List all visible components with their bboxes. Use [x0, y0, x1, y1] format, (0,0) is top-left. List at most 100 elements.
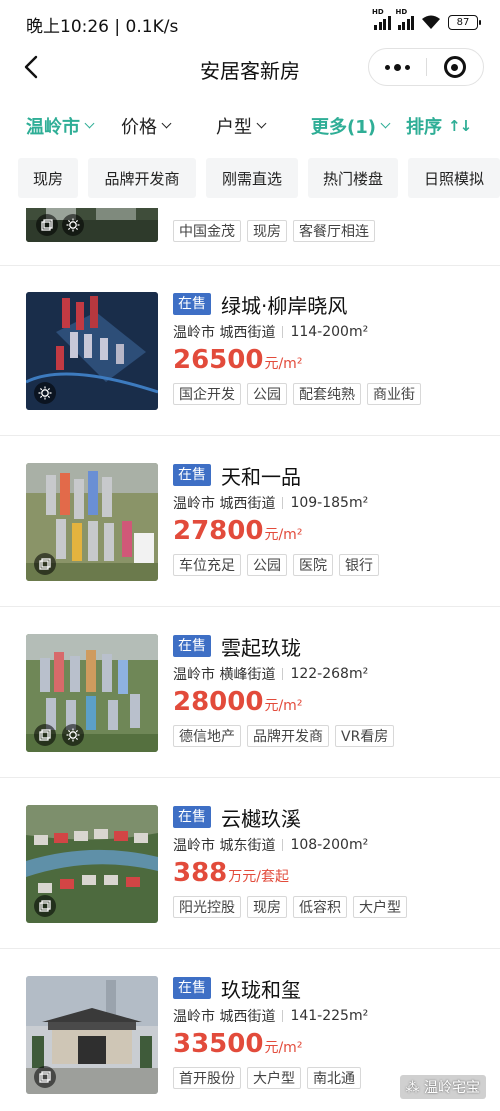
filter-more[interactable]: 更多(1): [311, 113, 391, 139]
chip-rigid-demand[interactable]: 刚需直选: [206, 158, 298, 198]
listing-card[interactable]: 在售 绿城·柳岸晓风 温岭市 城西街道 114-200m² 26500 元/m²…: [0, 266, 500, 436]
status-speed: 0.1K/s: [125, 17, 179, 37]
title-bar: 安居客新房: [0, 46, 500, 90]
listing-city: 温岭市: [173, 1009, 215, 1025]
more-options-button[interactable]: [369, 49, 426, 85]
listing-tag: VR看房: [335, 725, 395, 747]
back-button[interactable]: [16, 52, 46, 82]
listing-name: 云樾玖溪: [221, 806, 301, 831]
listing-area: 122-268m²: [290, 666, 369, 682]
listing-tag: 中国金茂: [173, 220, 241, 242]
listing-card[interactable]: 在售 天和一品 温岭市 城西街道 109-185m² 27800 元/m² 车位…: [0, 437, 500, 607]
listing-photo: [26, 208, 158, 242]
listing-tag: 医院: [293, 554, 333, 576]
listing-info: 在售 云樾玖溪 温岭市 城东街道 108-200m² 388 万元/套起 阳光控…: [173, 803, 483, 918]
watermark-text: 温岭宅宝: [424, 1080, 480, 1096]
listing-tag: 银行: [339, 554, 379, 576]
listing-tag: 低容积: [293, 896, 347, 918]
filter-bar: 温岭市 价格 户型 更多(1) 排序 ↑↓: [0, 107, 500, 147]
listing-card[interactable]: 在售 云樾玖溪 温岭市 城东街道 108-200m² 388 万元/套起 阳光控…: [0, 779, 500, 949]
listing-tags: 中国金茂 现房 客餐厅相连: [173, 220, 483, 242]
price-unit: 万元/套起: [228, 869, 289, 885]
listing-card[interactable]: 中国金茂 现房 客餐厅相连: [0, 208, 500, 266]
listing-city: 温岭市: [173, 667, 215, 683]
listing-tag: 现房: [247, 896, 287, 918]
listing-tag: 商业街: [367, 383, 421, 405]
listing-price: 33500 元/m²: [173, 1029, 483, 1063]
listing-tag: 现房: [247, 220, 287, 242]
battery-level: 87: [456, 16, 470, 28]
listing-photo: [26, 805, 158, 923]
listing-info: 在售 天和一品 温岭市 城西街道 109-185m² 27800 元/m² 车位…: [173, 461, 483, 576]
listing-info: 在售 玖珑和玺 温岭市 城西街道 141-225m² 33500 元/m² 首开…: [173, 974, 483, 1089]
signal-icon: HD: [372, 8, 391, 30]
watermark: ⁂ 温岭宅宝: [399, 1075, 486, 1099]
listing-price: 28000 元/m²: [173, 687, 483, 721]
listing-photo: [26, 634, 158, 752]
listing-tags: 车位充足 公园 医院 银行: [173, 554, 483, 576]
chip-sunlight-sim[interactable]: 日照模拟: [408, 158, 500, 198]
filter-more-label: 更多(1): [311, 117, 376, 138]
status-icons: HD HD 87: [372, 8, 481, 30]
status-bar: 晚上10:26 | 0.1K/s HD HD 87: [0, 0, 500, 46]
gallery-icon: [36, 214, 58, 236]
listing-tag: 大户型: [353, 896, 407, 918]
gallery-icon: [34, 1066, 56, 1088]
chevron-down-icon: [84, 118, 95, 129]
close-miniprogram-button[interactable]: [427, 49, 483, 85]
status-badge: 在售: [173, 293, 211, 315]
listing-city: 温岭市: [173, 325, 215, 341]
divider: [282, 668, 284, 680]
sort-icon: ↑↓: [448, 117, 472, 135]
listing-location: 温岭市 城东街道 108-200m²: [173, 835, 483, 855]
filter-layout[interactable]: 户型: [216, 113, 267, 139]
quick-filter-chips: 现房 品牌开发商 刚需直选 热门楼盘 日照模拟: [0, 158, 500, 200]
status-time-speed: 晚上10:26 | 0.1K/s: [26, 12, 178, 37]
listing-card[interactable]: 在售 雲起玖珑 温岭市 横峰街道 122-268m² 28000 元/m² 德信…: [0, 608, 500, 778]
listing-area: 114-200m²: [290, 324, 369, 340]
sunlight-icon: [34, 382, 56, 404]
listing-location: 温岭市 城西街道 141-225m²: [173, 1006, 483, 1026]
listing-tags: 阳光控股 现房 低容积 大户型: [173, 896, 483, 918]
listing-area: 109-185m²: [290, 495, 369, 511]
filter-city[interactable]: 温岭市: [26, 113, 95, 139]
listing-tag: 阳光控股: [173, 896, 241, 918]
listing-photo: [26, 463, 158, 581]
filter-sort[interactable]: 排序 ↑↓: [406, 113, 472, 139]
listing-city: 温岭市: [173, 496, 215, 512]
filter-sort-label: 排序: [406, 117, 442, 138]
listing-street: 横峰街道: [219, 667, 276, 683]
listing-name: 雲起玖珑: [221, 635, 301, 660]
gallery-icon: [34, 553, 56, 575]
chevron-left-icon: [24, 55, 38, 79]
divider: [282, 497, 284, 509]
listing-street: 城西街道: [219, 325, 276, 341]
chip-ready-house[interactable]: 现房: [18, 158, 78, 198]
listing-tag: 公园: [247, 383, 287, 405]
divider: [282, 326, 284, 338]
listing-tag: 德信地产: [173, 725, 241, 747]
listing-info: 在售 雲起玖珑 温岭市 横峰街道 122-268m² 28000 元/m² 德信…: [173, 632, 483, 747]
miniprogram-capsule: [368, 48, 484, 86]
listing-tags: 国企开发 公园 配套纯熟 商业街: [173, 383, 483, 405]
status-badge: 在售: [173, 464, 211, 486]
divider: [282, 1010, 284, 1022]
listing-info: 在售 绿城·柳岸晓风 温岭市 城西街道 114-200m² 26500 元/m²…: [173, 290, 483, 405]
listing-street: 城西街道: [219, 1009, 276, 1025]
listing-tag: 品牌开发商: [247, 725, 329, 747]
listing-area: 108-200m²: [290, 837, 369, 853]
listing-tag: 首开股份: [173, 1067, 241, 1089]
chip-hot-projects[interactable]: 热门楼盘: [308, 158, 398, 198]
filter-price[interactable]: 价格: [121, 113, 172, 139]
watermark-icon: ⁂: [405, 1080, 424, 1096]
target-icon: [443, 56, 466, 78]
price-unit: 元/m²: [264, 1040, 303, 1056]
listing-photo: [26, 292, 158, 410]
filter-price-label: 价格: [121, 117, 157, 138]
price-value: 27800: [173, 516, 264, 546]
chip-brand-developer[interactable]: 品牌开发商: [88, 158, 196, 198]
listing-location: 温岭市 城西街道 114-200m²: [173, 322, 483, 342]
listing-price: 388 万元/套起: [173, 858, 483, 892]
listing-tag: 国企开发: [173, 383, 241, 405]
listing-name: 绿城·柳岸晓风: [221, 293, 348, 318]
